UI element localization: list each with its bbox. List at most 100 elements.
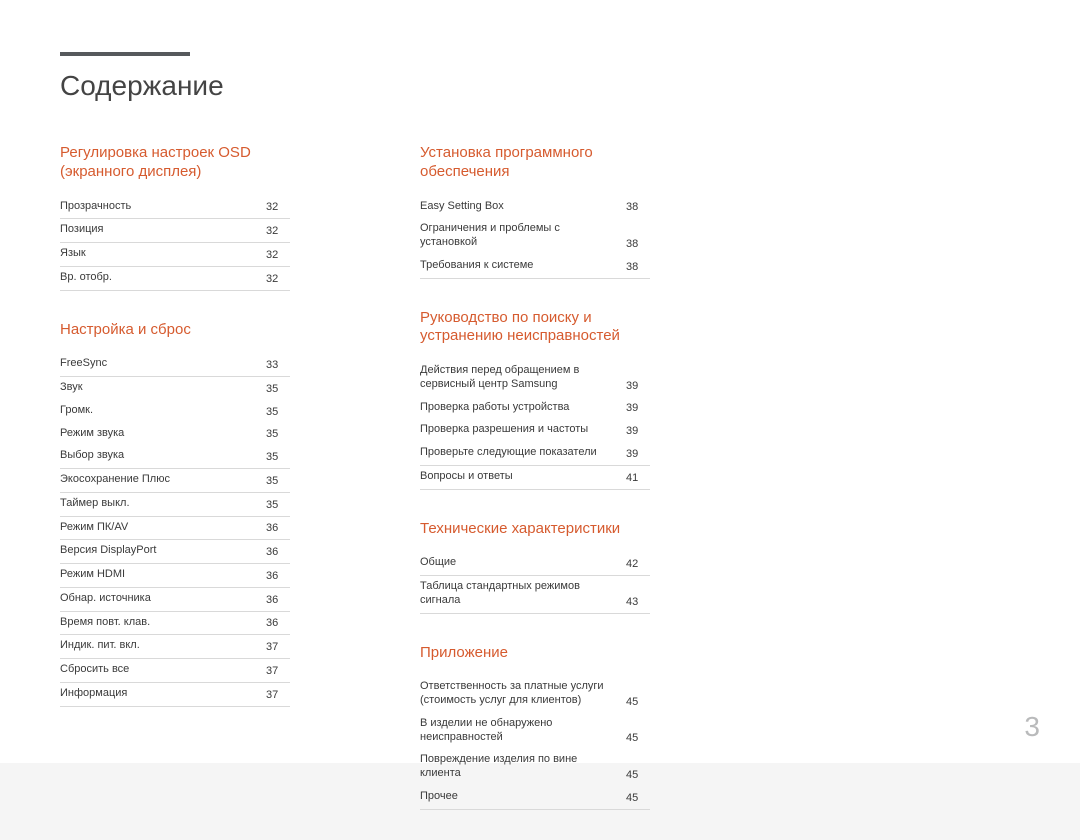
toc-entry-label: Обнар. источника <box>60 592 266 606</box>
toc-entry-label: Проверка разрешения и частоты <box>420 423 626 437</box>
toc-entry-page: 38 <box>626 261 650 273</box>
toc-entry[interactable]: Вопросы и ответы41 <box>420 466 650 490</box>
toc-entry-label: Easy Setting Box <box>420 200 626 214</box>
toc-entry-label: Ответственность за платные услуги (стоим… <box>420 680 626 708</box>
toc-entry-page: 41 <box>626 472 650 484</box>
toc-entry-label: Индик. пит. вкл. <box>60 639 266 653</box>
toc-entry-label: Звук <box>60 381 266 395</box>
toc-entry[interactable]: Режим ПК/AV36 <box>60 517 290 541</box>
toc-entry[interactable]: Режим HDMI36 <box>60 564 290 588</box>
toc-entry[interactable]: Ограничения и проблемы с установкой38 <box>420 218 650 255</box>
toc-entry-page: 32 <box>266 249 290 261</box>
page: Содержание Регулировка настроек OSD (экр… <box>0 0 1080 763</box>
toc-entry-page: 39 <box>626 402 650 414</box>
toc-entry[interactable]: Выбор звука35 <box>60 445 290 469</box>
toc-entry-page: 38 <box>626 238 650 250</box>
toc-entry[interactable]: Проверьте следующие показатели39 <box>420 442 650 466</box>
toc-entry-label: Повреждение изделия по вине клиента <box>420 753 626 781</box>
toc-entry-page: 45 <box>626 792 650 804</box>
toc-entry-label: Экосохранение Плюс <box>60 473 266 487</box>
toc-section-title[interactable]: Регулировка настроек OSD (экранного дисп… <box>60 144 290 182</box>
toc-entry[interactable]: Easy Setting Box38 <box>420 196 650 219</box>
toc-entry-label: Время повт. клав. <box>60 616 266 630</box>
toc-entry[interactable]: Громк.35 <box>60 400 290 423</box>
toc-entry[interactable]: Экосохранение Плюс35 <box>60 469 290 493</box>
toc-entry-page: 35 <box>266 428 290 440</box>
toc-column-left: Регулировка настроек OSD (экранного дисп… <box>60 144 290 840</box>
toc-entry-label: Вопросы и ответы <box>420 470 626 484</box>
toc-section-title[interactable]: Установка программного обеспечения <box>420 144 650 182</box>
toc-entry-page: 42 <box>626 558 650 570</box>
toc-entry-label: Требования к системе <box>420 259 626 273</box>
toc-entry[interactable]: FreeSync33 <box>60 353 290 377</box>
toc-entry-page: 35 <box>266 451 290 463</box>
toc-section: Регулировка настроек OSD (экранного дисп… <box>60 144 290 291</box>
toc-entry[interactable]: Сбросить все37 <box>60 659 290 683</box>
toc-entry[interactable]: Повреждение изделия по вине клиента45 <box>420 749 650 786</box>
toc-entry[interactable]: В изделии не обнаружено неисправностей45 <box>420 713 650 750</box>
toc-entry-label: Выбор звука <box>60 449 266 463</box>
toc-entry-label: Общие <box>420 556 626 570</box>
toc-section-title[interactable]: Руководство по поиску и устранению неисп… <box>420 309 650 347</box>
toc-entry-label: Ограничения и проблемы с установкой <box>420 222 626 250</box>
toc-entry[interactable]: Язык32 <box>60 243 290 267</box>
toc-entry[interactable]: Позиция32 <box>60 219 290 243</box>
toc-entry-page: 45 <box>626 696 650 708</box>
toc-entry-page: 37 <box>266 689 290 701</box>
page-number: 3 <box>1024 711 1040 743</box>
toc-entry-label: Режим звука <box>60 427 266 441</box>
toc-entry[interactable]: Обнар. источника36 <box>60 588 290 612</box>
toc-entry[interactable]: Проверка работы устройства39 <box>420 397 650 420</box>
toc-entry-page: 39 <box>626 380 650 392</box>
toc-entry-label: Действия перед обращением в сервисный це… <box>420 364 626 392</box>
toc-section: Настройка и сбросFreeSync33Звук35Громк.3… <box>60 321 290 707</box>
toc-entry-label: Проверьте следующие показатели <box>420 446 626 460</box>
toc-entry[interactable]: Таймер выкл.35 <box>60 493 290 517</box>
toc-entry[interactable]: Индик. пит. вкл.37 <box>60 635 290 659</box>
toc-entry-label: Информация <box>60 687 266 701</box>
toc-entry[interactable]: Общие42 <box>420 552 650 576</box>
toc-section-title[interactable]: Приложение <box>420 644 650 663</box>
toc-entry[interactable]: Режим звука35 <box>60 423 290 446</box>
toc-entry-label: Таймер выкл. <box>60 497 266 511</box>
toc-entry[interactable]: Время повт. клав.36 <box>60 612 290 636</box>
toc-section-title[interactable]: Технические характеристики <box>420 520 650 539</box>
toc-section: Руководство по поиску и устранению неисп… <box>420 309 650 490</box>
toc-entry-page: 37 <box>266 641 290 653</box>
toc-entry[interactable]: Прочее45 <box>420 786 650 810</box>
toc-entry[interactable]: Информация37 <box>60 683 290 707</box>
toc-entry[interactable]: Таблица стандартных режимов сигнала43 <box>420 576 650 614</box>
toc-entry-label: Режим ПК/AV <box>60 521 266 535</box>
toc-entry[interactable]: Ответственность за платные услуги (стоим… <box>420 676 650 713</box>
toc-entry-page: 36 <box>266 522 290 534</box>
toc-entry[interactable]: Прозрачность32 <box>60 196 290 220</box>
toc-entry[interactable]: Версия DisplayPort36 <box>60 540 290 564</box>
toc-entry-page: 39 <box>626 425 650 437</box>
toc-entry[interactable]: Вр. отобр.32 <box>60 267 290 291</box>
toc-entry-page: 35 <box>266 406 290 418</box>
toc-entry[interactable]: Требования к системе38 <box>420 255 650 279</box>
title-rule <box>60 52 190 56</box>
toc-entry-page: 45 <box>626 769 650 781</box>
toc-entry[interactable]: Действия перед обращением в сервисный це… <box>420 360 650 397</box>
toc-entry-page: 36 <box>266 546 290 558</box>
toc-entry-page: 39 <box>626 448 650 460</box>
toc-section-title[interactable]: Настройка и сброс <box>60 321 290 340</box>
toc-entry-page: 35 <box>266 499 290 511</box>
toc-entry-page: 32 <box>266 201 290 213</box>
toc-entry-page: 35 <box>266 475 290 487</box>
toc-entry-label: Таблица стандартных режимов сигнала <box>420 580 626 608</box>
toc-entry-label: Позиция <box>60 223 266 237</box>
toc-entry-label: В изделии не обнаружено неисправностей <box>420 717 626 745</box>
toc-entry-label: Громк. <box>60 404 266 418</box>
toc-column-right: Установка программного обеспечения Easy S… <box>420 144 650 840</box>
toc-section: Приложение Ответственность за платные усл… <box>420 644 650 810</box>
toc-entry-page: 32 <box>266 273 290 285</box>
toc-entry-label: Версия DisplayPort <box>60 544 266 558</box>
toc-entry-page: 32 <box>266 225 290 237</box>
toc-entry[interactable]: Проверка разрешения и частоты39 <box>420 419 650 442</box>
toc-entry-label: Сбросить все <box>60 663 266 677</box>
toc-entry-label: Прочее <box>420 790 626 804</box>
toc-entry-page: 35 <box>266 383 290 395</box>
toc-entry[interactable]: Звук35 <box>60 377 290 400</box>
